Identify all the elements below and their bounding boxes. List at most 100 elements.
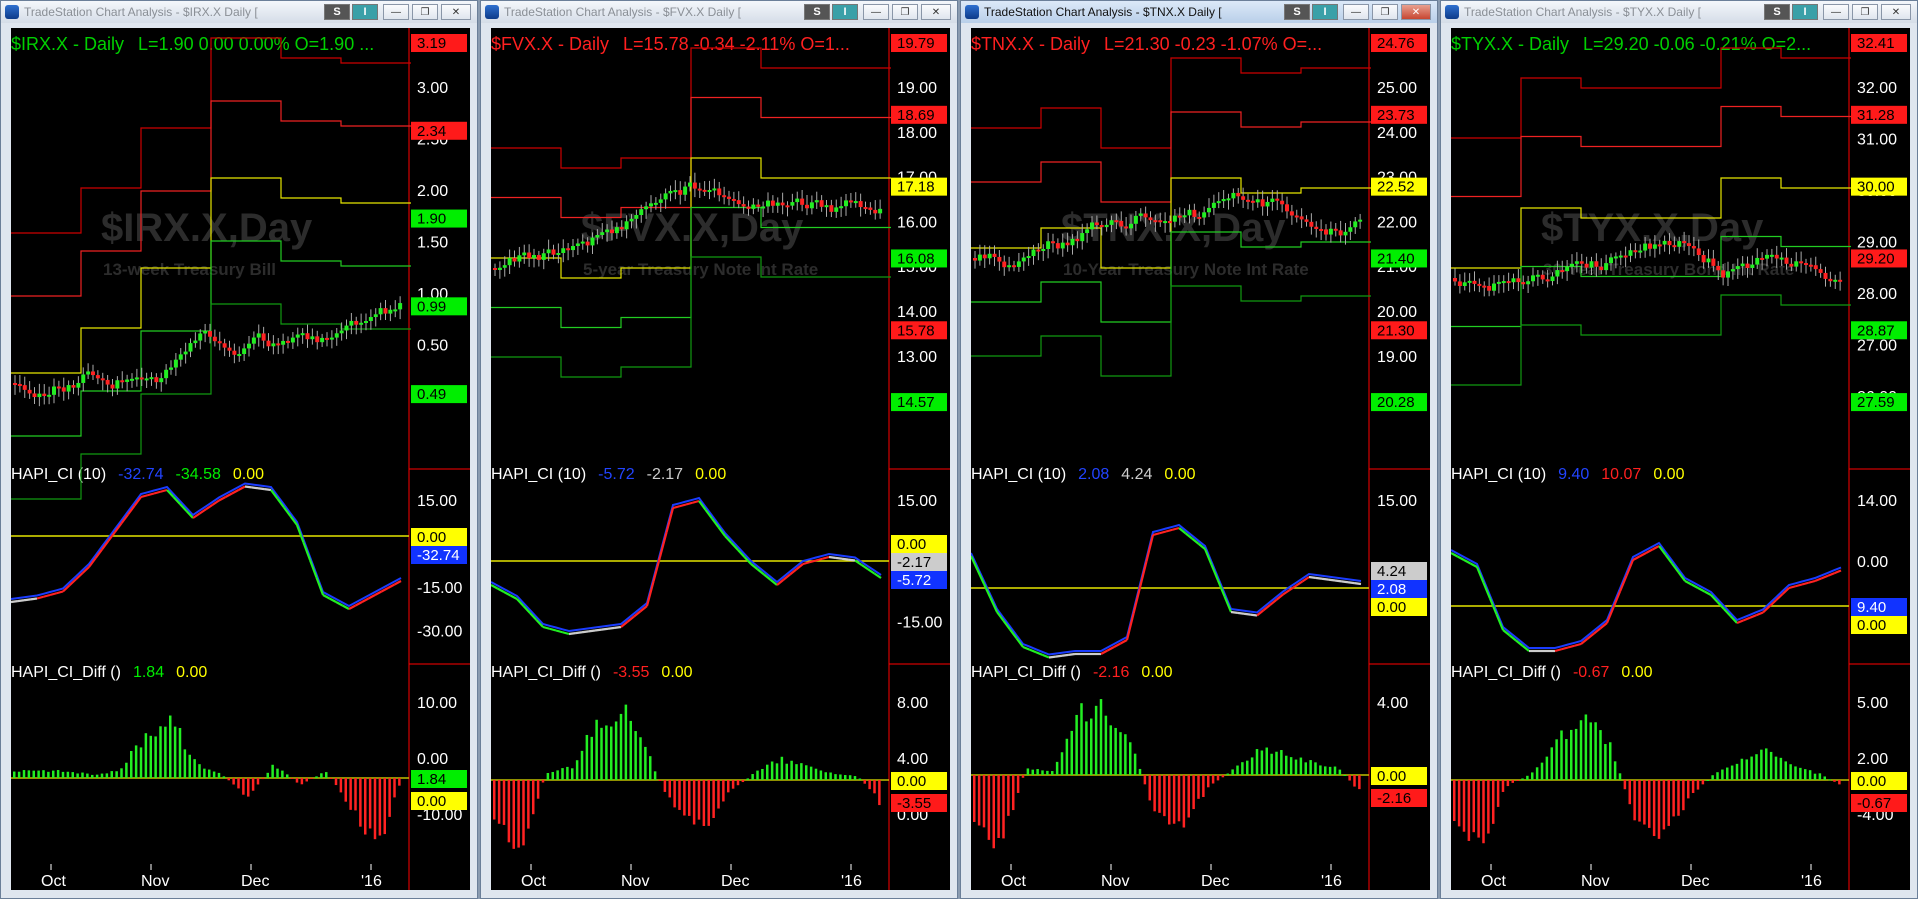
diff-histogram-bar [1496, 780, 1500, 807]
minimize-button[interactable]: — [1823, 4, 1849, 20]
diff-histogram-bar [1769, 751, 1773, 780]
candle-body [1133, 215, 1138, 224]
candle-body [1696, 248, 1701, 256]
chart-canvas[interactable]: 19.0018.0017.0016.0015.0014.0013.0012.00… [491, 28, 950, 890]
chart-window[interactable]: TradeStation Chart Analysis - $IRX.X Dai… [0, 0, 478, 899]
symbol-link-button[interactable]: S [804, 4, 830, 20]
hapi-ci-slow-segment [1554, 648, 1562, 653]
diff-histogram-bar [873, 780, 876, 794]
chart-canvas[interactable]: 25.0024.0023.0022.0021.0020.0019.0018.00… [971, 28, 1430, 890]
candle-body [863, 207, 868, 210]
window-title: TradeStation Chart Analysis - $FVX.X Dai… [504, 5, 741, 19]
restore-button[interactable]: ❐ [1372, 4, 1398, 20]
chart-window[interactable]: TradeStation Chart Analysis - $TNX.X Dai… [960, 0, 1438, 899]
hapi-ci-slow-segment [815, 557, 823, 562]
diff-histogram-bar [1506, 780, 1510, 787]
candle-body [712, 188, 717, 191]
interval-link-button[interactable]: I [1312, 4, 1338, 20]
symbol-link-button[interactable]: S [1284, 4, 1310, 20]
diff-histogram-bar [13, 771, 16, 778]
candle-body [1648, 243, 1652, 249]
candle-body [507, 257, 512, 266]
candle-body [1828, 278, 1833, 282]
diff-histogram-bar [829, 772, 832, 780]
window-titlebar[interactable]: TradeStation Chart Analysis - $TYX.X Dai… [1441, 1, 1917, 23]
diff-histogram-bar [61, 771, 65, 778]
diff-histogram-bar [858, 778, 862, 780]
interval-link-button[interactable]: I [352, 4, 378, 20]
chart-area[interactable]: $TYX.X,Day 30-Year Treasury Bond Int Rate… [1451, 28, 1910, 890]
candle-body [144, 378, 149, 381]
lower-channel-line-2 [971, 285, 1371, 377]
diff-histogram-bar [1114, 727, 1117, 775]
diff-histogram-bar [1104, 715, 1108, 775]
symbol-link-button[interactable]: S [1764, 4, 1790, 20]
diff-histogram-bar [839, 774, 842, 780]
diff-histogram-bar [1477, 780, 1480, 838]
diff-histogram-bar [1501, 780, 1505, 792]
hapi-ci-slow-segment [1808, 579, 1816, 584]
diff-histogram-bar [1784, 761, 1787, 780]
diff-histogram-bar [1730, 765, 1734, 780]
chart-area[interactable]: $TNX.X,Day 10-Year Treasury Note Int Rate… [971, 28, 1430, 890]
candle-body [1833, 279, 1838, 282]
diff-histogram-bar [1353, 775, 1356, 787]
candle-body [741, 204, 746, 207]
candle-body [1041, 248, 1046, 251]
candle-body [580, 241, 585, 244]
interval-link-button[interactable]: I [832, 4, 858, 20]
window-titlebar[interactable]: TradeStation Chart Analysis - $FVX.X Dai… [481, 1, 957, 23]
restore-button[interactable]: ❐ [412, 4, 438, 20]
restore-button[interactable]: ❐ [892, 4, 918, 20]
candle-body [125, 379, 130, 382]
candle-body [300, 333, 305, 336]
chart-canvas[interactable]: 32.0031.0030.0029.0028.0027.0026.0032.41… [1451, 28, 1910, 890]
diff-histogram-bar [746, 778, 749, 780]
minimize-button[interactable]: — [1343, 4, 1369, 20]
restore-button[interactable]: ❐ [1852, 4, 1878, 20]
close-button[interactable]: ✕ [1881, 4, 1911, 20]
diff-histogram-bar [1750, 756, 1753, 780]
candle-body [1511, 278, 1516, 283]
window-titlebar[interactable]: TradeStation Chart Analysis - $TNX.X Dai… [961, 1, 1437, 23]
interval-link-button[interactable]: I [1792, 4, 1818, 20]
close-button[interactable]: ✕ [1401, 4, 1431, 20]
candle-body [188, 343, 193, 352]
diff-histogram-bar [683, 780, 686, 816]
window-titlebar[interactable]: TradeStation Chart Analysis - $IRX.X Dai… [1, 1, 477, 23]
chart-area[interactable]: $IRX.X,Day 13-week Treasury Bill $IRX.X - … [11, 28, 470, 890]
diff-histogram-bar [1550, 747, 1553, 780]
chart-window[interactable]: TradeStation Chart Analysis - $TYX.X Dai… [1440, 0, 1918, 899]
minimize-button[interactable]: — [383, 4, 409, 20]
candle-body [198, 333, 203, 341]
diff-histogram-bar [527, 780, 530, 829]
window-title: TradeStation Chart Analysis - $IRX.X Dai… [24, 5, 258, 19]
chart-window[interactable]: TradeStation Chart Analysis - $FVX.X Dai… [480, 0, 958, 899]
diff-histogram-bar [1672, 780, 1675, 817]
symbol-link-button[interactable]: S [324, 4, 350, 20]
candle-body [982, 254, 987, 259]
diff-histogram-bar [1177, 775, 1181, 822]
chart-canvas[interactable]: 3.002.502.001.501.000.500.003.192.341.90… [11, 28, 470, 890]
close-button[interactable]: ✕ [921, 4, 951, 20]
hapi-ci-slow-segment [802, 561, 810, 566]
month-label: Nov [141, 873, 169, 890]
candle-body [1080, 233, 1085, 242]
minimize-button[interactable]: — [863, 4, 889, 20]
candle-body [1207, 207, 1211, 213]
close-button[interactable]: ✕ [441, 4, 471, 20]
diff-histogram-bar [1192, 775, 1195, 810]
price-tag-value: 32.41 [1857, 35, 1895, 52]
diff-histogram-bar [834, 774, 837, 780]
month-label: Dec [721, 873, 749, 890]
candle-body [1701, 255, 1706, 263]
candle-body [212, 336, 217, 342]
ci-axis-label: 15.00 [417, 493, 457, 510]
diff-histogram-bar [634, 731, 637, 780]
chart-area[interactable]: $FVX.X,Day 5-year Treasury Note Int Rate $… [491, 28, 950, 890]
hapi-ci-slow-segment [1827, 572, 1835, 577]
diff-histogram-bar [66, 771, 70, 778]
ci-axis-label: 14.00 [1857, 493, 1897, 510]
candle-body [115, 380, 120, 389]
diff-histogram-bar [37, 770, 40, 778]
